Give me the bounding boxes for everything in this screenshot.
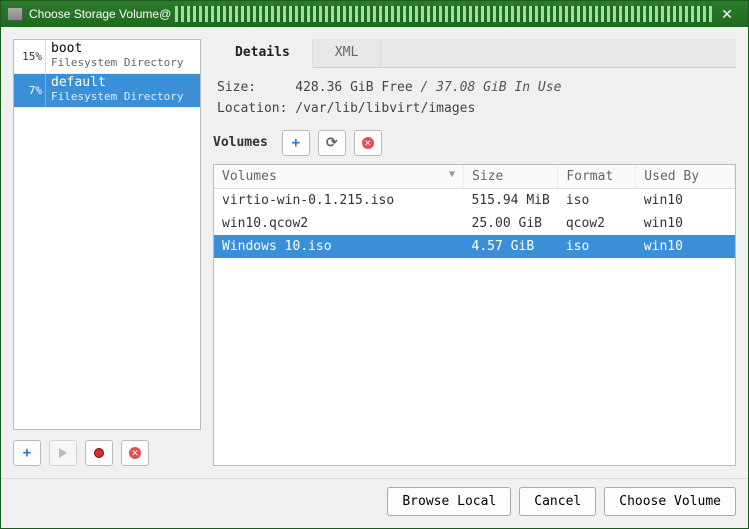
- pool-name: boot: [51, 42, 183, 57]
- table-row[interactable]: Windows 10.iso4.57 GiBisowin10: [214, 235, 735, 258]
- record-icon: [94, 448, 104, 458]
- size-free: 428.36 GiB Free: [295, 80, 412, 95]
- plus-icon: +: [292, 135, 300, 151]
- pool-list[interactable]: 15%bootFilesystem Directory7%defaultFile…: [13, 39, 201, 430]
- content-area: 15%bootFilesystem Directory7%defaultFile…: [1, 27, 748, 478]
- vol-usedby: win10: [636, 188, 735, 212]
- vol-size: 4.57 GiB: [464, 235, 558, 258]
- pool-toolbar: + ✕: [13, 430, 201, 466]
- col-header-volumes[interactable]: Volumes▼: [214, 165, 464, 189]
- pool-info: Size: 428.36 GiB Free / 37.08 GiB In Use…: [213, 68, 736, 128]
- size-inuse: 37.08 GiB In Use: [436, 80, 561, 95]
- delete-volume-button[interactable]: ✕: [354, 130, 382, 156]
- storage-chooser-window: Choose Storage Volume@ ✕ 15%bootFilesyst…: [0, 0, 749, 529]
- plus-icon: +: [23, 445, 31, 461]
- footer: Browse Local Cancel Choose Volume: [1, 478, 748, 528]
- table-row[interactable]: win10.qcow225.00 GiBqcow2win10: [214, 212, 735, 235]
- volume-toolbar: Volumes + ⟳ ✕: [213, 128, 736, 164]
- pool-usage: 7%: [14, 74, 46, 107]
- refresh-icon: ⟳: [326, 135, 338, 151]
- pool-item[interactable]: 7%defaultFilesystem Directory: [14, 74, 200, 108]
- table-row[interactable]: virtio-win-0.1.215.iso515.94 MiBisowin10: [214, 188, 735, 212]
- sort-icon: ▼: [449, 169, 455, 180]
- vol-format: iso: [558, 188, 636, 212]
- add-pool-button[interactable]: +: [13, 440, 41, 466]
- pool-subtype: Filesystem Directory: [51, 57, 183, 70]
- refresh-volumes-button[interactable]: ⟳: [318, 130, 346, 156]
- add-volume-button[interactable]: +: [282, 130, 310, 156]
- browse-local-button[interactable]: Browse Local: [387, 487, 511, 516]
- titlebar-decor: [175, 6, 712, 22]
- stop-pool-button[interactable]: [85, 440, 113, 466]
- close-icon: ✕: [721, 6, 733, 22]
- size-sep: /: [421, 80, 437, 95]
- vol-name: win10.qcow2: [214, 212, 464, 235]
- cancel-button[interactable]: Cancel: [519, 487, 596, 516]
- delete-icon: ✕: [129, 447, 141, 459]
- vol-usedby: win10: [636, 235, 735, 258]
- col-header-usedby[interactable]: Used By: [636, 165, 735, 189]
- choose-volume-button[interactable]: Choose Volume: [604, 487, 736, 516]
- vol-usedby: win10: [636, 212, 735, 235]
- volume-table: Volumes▼ Size Format Used By virtio-win-…: [214, 165, 735, 258]
- tabs: Details XML: [213, 39, 736, 68]
- vol-format: qcow2: [558, 212, 636, 235]
- pool-usage: 15%: [14, 40, 46, 73]
- vol-name: Windows 10.iso: [214, 235, 464, 258]
- col-header-size[interactable]: Size: [464, 165, 558, 189]
- tab-xml[interactable]: XML: [313, 39, 381, 67]
- close-button[interactable]: ✕: [712, 6, 742, 23]
- vol-size: 515.94 MiB: [464, 188, 558, 212]
- window-title: Choose Storage Volume@: [29, 7, 171, 21]
- vol-format: iso: [558, 235, 636, 258]
- titlebar[interactable]: Choose Storage Volume@ ✕: [1, 1, 748, 27]
- pool-subtype: Filesystem Directory: [51, 91, 183, 104]
- tab-details[interactable]: Details: [213, 39, 313, 68]
- volumes-label: Volumes: [213, 135, 274, 150]
- size-label: Size:: [217, 80, 256, 95]
- pool-name: default: [51, 76, 183, 91]
- start-pool-button[interactable]: [49, 440, 77, 466]
- app-icon: [7, 7, 23, 21]
- delete-pool-button[interactable]: ✕: [121, 440, 149, 466]
- vol-name: virtio-win-0.1.215.iso: [214, 188, 464, 212]
- pool-text: defaultFilesystem Directory: [46, 74, 188, 107]
- pool-item[interactable]: 15%bootFilesystem Directory: [14, 40, 200, 74]
- play-icon: [59, 448, 67, 458]
- volume-table-container[interactable]: Volumes▼ Size Format Used By virtio-win-…: [213, 164, 736, 466]
- sidebar: 15%bootFilesystem Directory7%defaultFile…: [13, 39, 201, 466]
- pool-text: bootFilesystem Directory: [46, 40, 188, 73]
- delete-icon: ✕: [362, 137, 374, 149]
- vol-size: 25.00 GiB: [464, 212, 558, 235]
- col-header-format[interactable]: Format: [558, 165, 636, 189]
- main-panel: Details XML Size: 428.36 GiB Free / 37.0…: [213, 39, 736, 466]
- location-value: /var/lib/libvirt/images: [295, 101, 475, 116]
- location-label: Location:: [217, 101, 287, 116]
